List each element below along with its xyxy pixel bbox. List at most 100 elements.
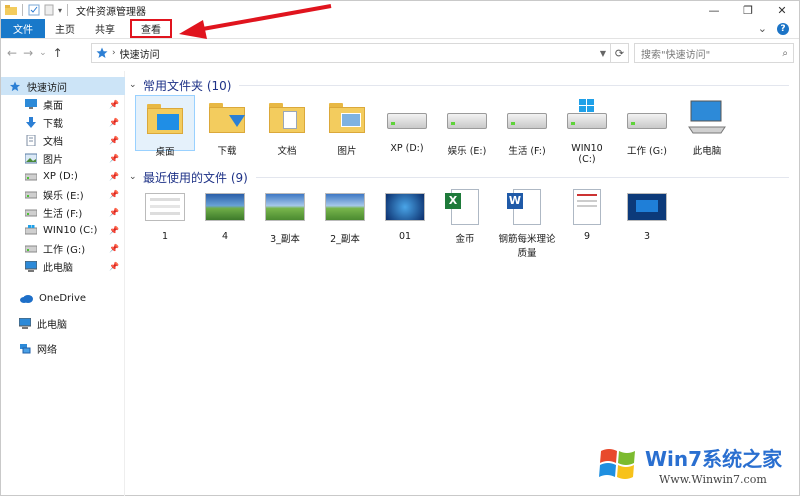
documents-folder-icon [269, 103, 305, 133]
separator [67, 4, 69, 16]
recent-file[interactable]: 2_副本 [315, 187, 375, 245]
drive-g[interactable]: 工作 (G:) [617, 95, 677, 157]
drive-icon [25, 209, 37, 216]
computer-icon [688, 100, 726, 134]
recent-locations-button[interactable]: ⌄ [39, 48, 47, 58]
tile-label: 3 [643, 231, 651, 242]
this-pc[interactable]: 此电脑 [677, 95, 737, 157]
pin-icon[interactable]: 📌 [109, 172, 119, 181]
window-title: 文件资源管理器 [76, 6, 147, 18]
sidebar-item-drive-c[interactable]: WIN10 (C:) 📌 [1, 221, 125, 239]
collapse-chevron-icon[interactable]: ⌄ [129, 80, 143, 90]
sidebar-item-quick-access[interactable]: 快速访问 [1, 77, 125, 95]
tab-view[interactable]: 查看 [130, 19, 172, 38]
pin-icon[interactable]: 📌 [109, 100, 119, 109]
search-input[interactable]: 搜索"快速访问" [641, 46, 710, 61]
qa-dropdown-icon[interactable]: ▾ [58, 6, 62, 15]
pin-icon[interactable]: 📌 [109, 244, 119, 253]
address-dropdown-icon[interactable]: ▼ [596, 49, 610, 58]
help-icon[interactable]: ? [777, 22, 789, 35]
sidebar-item-label: OneDrive [39, 292, 87, 304]
drive-c[interactable]: WIN10 (C:) [557, 95, 617, 165]
up-button[interactable]: ↑ [53, 46, 63, 60]
recent-file[interactable]: 01 [375, 187, 435, 242]
tile-label: 此电脑 [692, 146, 722, 157]
divider [239, 84, 789, 86]
search-box[interactable]: 搜索"快速访问" ⌕ [634, 43, 794, 63]
sidebar-item-documents[interactable]: 文档 📌 [1, 131, 125, 149]
folder-documents[interactable]: 文档 [257, 95, 317, 157]
sidebar-item-drive-f[interactable]: 生活 (F:) 📌 [1, 203, 125, 221]
sidebar-item-label: 此电脑 [43, 262, 73, 274]
image-thumbnail [385, 193, 425, 221]
recent-file[interactable]: W 钢筋每米理论质量 [495, 187, 559, 259]
navigation-pane: 快速访问 桌面 📌 下载 📌 文档 📌 图片 📌 XP (D:) 📌 娱乐 (E:) 📌 [1, 71, 125, 496]
sidebar-item-pictures[interactable]: 图片 📌 [1, 149, 125, 167]
close-button[interactable]: ✕ [765, 1, 799, 19]
sidebar-item-desktop[interactable]: 桌面 📌 [1, 95, 125, 113]
recent-file[interactable]: 1 [135, 187, 195, 242]
onedrive-icon [20, 294, 33, 303]
folder-pictures[interactable]: 图片 [317, 95, 377, 157]
pin-icon[interactable]: 📌 [109, 118, 119, 127]
image-thumbnail [265, 193, 305, 221]
sidebar-item-downloads[interactable]: 下载 📌 [1, 113, 125, 131]
drive-icon [25, 191, 37, 198]
folder-app-icon [5, 5, 17, 15]
sidebar-item-onedrive[interactable]: OneDrive [1, 289, 125, 307]
sidebar-item-drive-g[interactable]: 工作 (G:) 📌 [1, 239, 125, 257]
tile-label: XP (D:) [390, 143, 424, 154]
tile-label: 娱乐 (E:) [447, 146, 487, 157]
tab-share[interactable]: 共享 [85, 19, 125, 38]
ribbon-expand-icon[interactable]: ⌄ [758, 22, 767, 35]
folder-desktop[interactable]: 桌面 [135, 95, 195, 158]
desktop-icon [25, 98, 37, 109]
recent-file[interactable]: 4 [195, 187, 255, 242]
documents-icon [26, 134, 36, 146]
pin-icon[interactable]: 📌 [109, 136, 119, 145]
address-bar[interactable]: › 快速访问 ▼ [91, 43, 611, 63]
watermark-logo: Win7系统之家 Www.Winwin7.com [597, 439, 793, 491]
pin-icon[interactable]: 📌 [109, 190, 119, 199]
recent-file[interactable]: 3 [617, 187, 677, 242]
path-chevron-icon[interactable]: › [112, 48, 116, 58]
recent-file[interactable]: X 金币 [435, 187, 495, 245]
tab-home[interactable]: 主页 [45, 19, 85, 38]
pin-icon[interactable]: 📌 [109, 154, 119, 163]
tile-label: 2_副本 [330, 234, 360, 245]
collapse-chevron-icon[interactable]: ⌄ [129, 172, 143, 182]
recent-files-header[interactable]: ⌄ 最近使用的文件 (9) [129, 169, 789, 185]
sidebar-item-label: 网络 [37, 344, 57, 356]
refresh-button[interactable]: ⟳ [611, 43, 629, 63]
new-folder-icon[interactable] [43, 4, 55, 16]
maximize-button[interactable]: ❐ [731, 1, 765, 19]
minimize-button[interactable]: — [697, 1, 731, 19]
sidebar-item-this-pc-pinned[interactable]: 此电脑 📌 [1, 257, 125, 275]
sidebar-item-label: 此电脑 [37, 319, 67, 331]
pin-icon[interactable]: 📌 [109, 208, 119, 217]
frequent-folders-header[interactable]: ⌄ 常用文件夹 (10) [129, 77, 789, 93]
drive-e[interactable]: 娱乐 (E:) [437, 95, 497, 157]
sidebar-item-network[interactable]: 网络 [1, 339, 125, 357]
properties-icon[interactable] [28, 4, 40, 16]
forward-button[interactable]: → [23, 46, 33, 60]
pin-icon[interactable]: 📌 [109, 262, 119, 271]
recent-file[interactable]: 9 [557, 187, 617, 242]
content-pane: ⌄ 常用文件夹 (10) 桌面 下载 文档 图片 XP (D:) 娱乐 (E:) [129, 71, 799, 496]
pictures-icon [25, 153, 37, 163]
pin-icon[interactable]: 📌 [109, 226, 119, 235]
recent-file[interactable]: 3_副本 [255, 187, 315, 245]
tab-file[interactable]: 文件 [1, 19, 45, 38]
ribbon-tabs: 文件 主页 共享 查看 ⌄ ? [1, 19, 799, 39]
folder-downloads[interactable]: 下载 [197, 95, 257, 157]
drive-f[interactable]: 生活 (F:) [497, 95, 557, 157]
sidebar-item-drive-e[interactable]: 娱乐 (E:) 📌 [1, 185, 125, 203]
sidebar-item-label: 生活 (F:) [43, 208, 83, 220]
sidebar-item-this-pc[interactable]: 此电脑 [1, 314, 125, 332]
back-button[interactable]: ← [7, 46, 17, 60]
computer-icon [19, 317, 31, 329]
address-path[interactable]: 快速访问 [120, 46, 160, 61]
sidebar-item-drive-d[interactable]: XP (D:) 📌 [1, 167, 125, 185]
drive-d[interactable]: XP (D:) [377, 95, 437, 154]
file-explorer-window: ▾ 文件资源管理器 — ❐ ✕ 文件 主页 共享 查看 ⌄ ? ← → ⌄ ↑ [0, 0, 800, 496]
